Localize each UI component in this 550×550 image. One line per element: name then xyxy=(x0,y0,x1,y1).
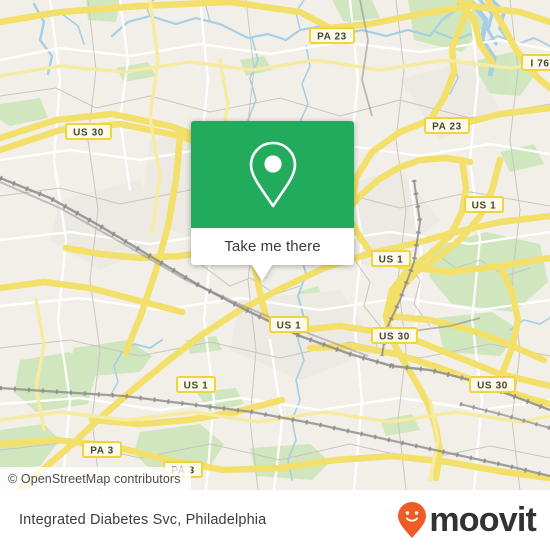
road-shield-label: US 1 xyxy=(184,381,209,392)
map-screenshot: PA 23 I 76 US 30 PA 23 US 1 US 1 US 1 US… xyxy=(0,0,550,550)
map-pin-icon xyxy=(247,140,299,210)
road-shield-label: PA 23 xyxy=(432,122,462,133)
place-title: Integrated Diabetes Svc, Philadelphia xyxy=(19,512,267,528)
attribution-text: © OpenStreetMap contributors xyxy=(8,471,181,486)
road-shield[interactable]: US 1 xyxy=(269,316,309,333)
road-shield-label: PA 23 xyxy=(317,32,347,43)
road-shield[interactable]: I 76 xyxy=(521,54,550,71)
road-shield[interactable]: US 30 xyxy=(371,327,418,344)
road-shield-label: US 1 xyxy=(379,255,404,266)
road-shield[interactable]: PA 3 xyxy=(82,441,122,458)
road-shield[interactable]: US 1 xyxy=(176,376,216,393)
footer-bar: Integrated Diabetes Svc, Philadelphia mo… xyxy=(0,490,550,550)
road-shield[interactable]: US 1 xyxy=(464,196,504,213)
moovit-brand[interactable]: moovit xyxy=(397,501,537,539)
map-attribution[interactable]: © OpenStreetMap contributors xyxy=(0,467,191,490)
road-shield-label: US 30 xyxy=(477,381,508,392)
popup-pointer-tail xyxy=(251,264,273,281)
popup-header xyxy=(191,121,354,228)
take-me-there-label: Take me there xyxy=(224,238,321,255)
road-shield-label: PA 3 xyxy=(90,446,114,457)
road-shield[interactable]: PA 23 xyxy=(309,27,355,44)
popup-action-row[interactable]: Take me there xyxy=(191,228,354,265)
road-shield[interactable]: US 30 xyxy=(469,376,516,393)
road-shield-label: US 1 xyxy=(277,321,302,332)
road-shield[interactable]: US 1 xyxy=(371,250,411,267)
location-popup-card[interactable]: Take me there xyxy=(191,121,354,281)
road-shield[interactable]: US 30 xyxy=(65,123,112,140)
road-shield-label: I 76 xyxy=(530,59,549,70)
road-shield-label: US 1 xyxy=(472,201,497,212)
moovit-wordmark: moovit xyxy=(429,501,536,539)
road-shield-label: US 30 xyxy=(379,332,410,343)
road-shield-label: US 30 xyxy=(73,128,104,139)
moovit-pin-smile-icon xyxy=(397,501,427,539)
road-shield[interactable]: PA 23 xyxy=(424,117,470,134)
